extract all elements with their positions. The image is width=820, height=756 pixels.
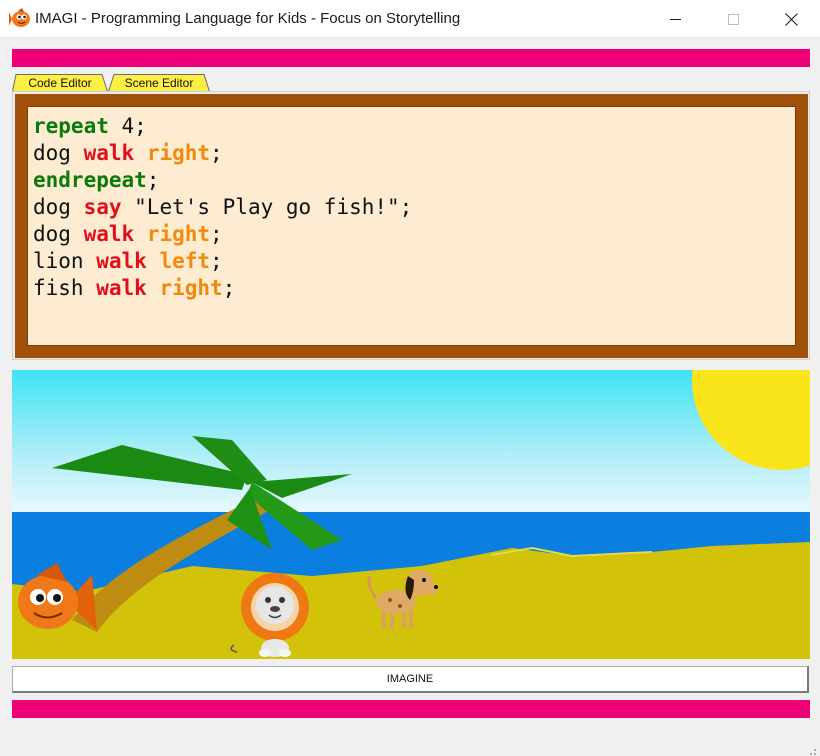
sky — [12, 370, 810, 520]
resize-grip-icon[interactable] — [807, 743, 817, 755]
code-keyword: left — [159, 249, 211, 273]
code-editor-panel: repeat 4; dog walk right; endrepeat; dog sa… — [12, 91, 810, 360]
code-editor-frame: repeat 4; dog walk right; endrepeat; dog sa… — [15, 94, 808, 358]
editor-tabs: Code Editor Scene Editor — [12, 74, 272, 92]
code-keyword: say — [83, 195, 122, 219]
bottom-accent-bar — [12, 700, 810, 718]
tab-label: Code Editor — [28, 76, 92, 90]
code-text: ; — [146, 168, 160, 192]
code-text: dog — [33, 141, 84, 165]
tab-label: Scene Editor — [124, 76, 194, 90]
close-button[interactable] — [762, 0, 820, 38]
code-keyword: walk — [83, 222, 135, 246]
code-text: dog — [33, 222, 84, 246]
code-keyword: walk — [96, 276, 147, 300]
code-text: "Let's Play go fish!"; — [121, 195, 413, 219]
title-bar: IMAGI - Programming Language for Kids - … — [0, 0, 820, 38]
code-line: fish walk right; — [33, 275, 790, 302]
code-text: 4; — [108, 114, 147, 138]
code-keyword: walk — [83, 141, 135, 165]
code-text: fish — [33, 276, 97, 300]
code-line: dog walk right; — [33, 221, 790, 248]
imagine-button[interactable]: IMAGINE — [12, 666, 809, 693]
minimize-button[interactable] — [646, 0, 704, 38]
code-keyword: right — [159, 276, 223, 300]
code-keyword: walk — [96, 249, 147, 273]
tab-code-editor[interactable]: Code Editor — [12, 74, 108, 92]
code-line: dog walk right; — [33, 140, 790, 167]
code-text: ; — [210, 141, 223, 165]
tab-scene-editor[interactable]: Scene Editor — [108, 74, 210, 92]
window-title: IMAGI - Programming Language for Kids - … — [35, 10, 461, 27]
code-keyword: repeat — [33, 114, 109, 138]
code-keyword: right — [146, 141, 211, 165]
scene-canvas — [12, 370, 810, 659]
minimize-icon — [669, 14, 681, 25]
code-editor-textarea[interactable]: repeat 4; dog walk right; endrepeat; dog sa… — [27, 106, 796, 346]
code-line: endrepeat; — [33, 167, 790, 194]
code-text: dog — [33, 195, 84, 219]
scene-view — [12, 370, 810, 659]
code-text: ; — [222, 276, 236, 300]
maximize-button[interactable] — [704, 0, 762, 38]
code-line: dog say "Let's Play go fish!"; — [33, 194, 790, 221]
code-text: ; — [210, 249, 223, 273]
code-line: lion walk left; — [33, 248, 790, 275]
top-accent-bar — [12, 49, 810, 67]
code-text: ; — [210, 222, 223, 246]
close-icon — [784, 12, 798, 26]
code-keyword: endrepeat — [33, 168, 147, 192]
fish-logo-icon — [9, 8, 31, 30]
maximize-icon — [727, 13, 739, 25]
code-text: lion — [33, 249, 97, 273]
code-line: repeat 4; — [33, 113, 790, 140]
code-keyword: right — [146, 222, 211, 246]
